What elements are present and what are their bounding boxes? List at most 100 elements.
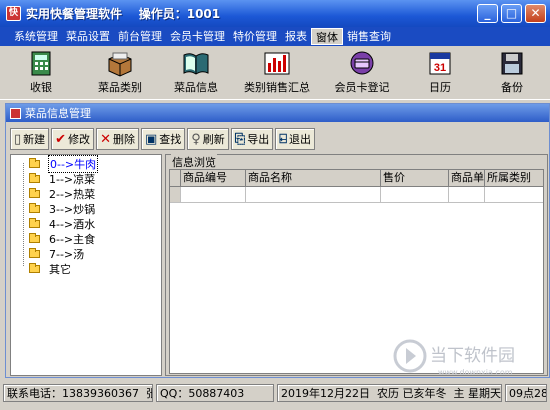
- menu-bar: 系统管理 菜品设置 前台管理 会员卡管理 特价管理 报表 窗体 销售查询: [0, 27, 550, 46]
- operator-label: 操作员：1001: [138, 7, 221, 21]
- grid-header: 商品编号 商品名称 售价 商品单 所属类别: [170, 170, 543, 187]
- category-icon: [108, 52, 132, 77]
- status-phone: 联系电话：13839360367 张: [3, 384, 153, 402]
- folder-icon: [29, 202, 40, 213]
- toolbar-member-register-label: 会员卡登记: [334, 81, 390, 94]
- search-icon: ▣: [144, 131, 158, 147]
- tree-item[interactable]: 2-->热菜: [29, 186, 96, 201]
- export-button-label: 导出: [247, 133, 270, 146]
- toolbar-member-register[interactable]: 会员卡登记: [320, 46, 404, 100]
- status-time: 09点28: [505, 384, 547, 402]
- tree-item-label: 3-->炒锅: [49, 202, 96, 216]
- menu-reports[interactable]: 报表: [281, 28, 311, 45]
- main-toolbar: 收银 菜品类别 菜品信息 类别销售汇总 会员卡登记 31 日历 备份: [0, 46, 550, 100]
- export-icon: ⎘: [234, 131, 246, 147]
- child-title-bar[interactable]: 菜品信息管理: [6, 104, 549, 122]
- folder-icon: [29, 247, 40, 258]
- row-indicator-header: [170, 170, 181, 186]
- toolbar-backup-label: 备份: [501, 81, 523, 94]
- folder-icon: [29, 172, 40, 183]
- status-qq: QQ：50887403: [156, 384, 274, 402]
- menu-sales-query[interactable]: 销售查询: [343, 28, 395, 45]
- toolbar-cashier-label: 收银: [30, 81, 52, 94]
- export-button[interactable]: ⎘ 导出: [230, 128, 274, 150]
- column-header[interactable]: 商品名称: [246, 170, 381, 186]
- checkmark-icon: ✔: [55, 131, 67, 147]
- menu-system[interactable]: 系统管理: [10, 28, 62, 45]
- search-button-label: 查找: [159, 133, 182, 146]
- new-button[interactable]: ▯ 新建: [10, 128, 50, 150]
- search-button[interactable]: ▣ 查找: [140, 128, 186, 150]
- backup-disk-icon: [501, 52, 523, 75]
- column-header[interactable]: 商品单: [449, 170, 485, 186]
- close-button[interactable]: ✕: [525, 4, 546, 23]
- toolbar-cashier[interactable]: 收银: [0, 46, 82, 100]
- folder-icon: [29, 187, 40, 198]
- tree-item-label: 4-->酒水: [49, 217, 96, 231]
- calendar-day-number: 31: [434, 62, 446, 74]
- toolbar-calendar[interactable]: 31 日历: [404, 46, 476, 100]
- table-cell[interactable]: [449, 187, 485, 202]
- group-label: 信息浏览: [171, 154, 217, 170]
- menu-member-card[interactable]: 会员卡管理: [166, 28, 229, 45]
- window-title: 实用快餐管理软件 操作员：1001: [26, 5, 220, 22]
- table-cell[interactable]: [181, 187, 246, 202]
- menu-special-price[interactable]: 特价管理: [229, 28, 281, 45]
- bar-chart-icon: [264, 52, 290, 75]
- category-tree[interactable]: 0-->牛肉 1-->凉菜 2-->热菜 3-->炒锅 4-->酒水 6-->主…: [10, 154, 162, 376]
- folder-icon: [29, 232, 40, 243]
- refresh-button[interactable]: ♀ 刷新: [187, 128, 229, 150]
- table-cell[interactable]: [381, 187, 449, 202]
- delete-button[interactable]: ✕ 删除: [96, 128, 139, 150]
- watermark-text: 当下软件园: [430, 346, 515, 366]
- column-header[interactable]: 售价: [381, 170, 449, 186]
- child-window-icon: [10, 107, 21, 119]
- edit-button[interactable]: ✔ 修改: [51, 128, 95, 150]
- tree-item-label: 6-->主食: [49, 232, 96, 246]
- toolbar-dish-info-label: 菜品信息: [174, 81, 218, 94]
- column-header[interactable]: 所属类别: [485, 170, 543, 186]
- edit-button-label: 修改: [68, 133, 91, 146]
- watermark-logo: 当下软件园 www.downxia.com: [393, 339, 515, 377]
- status-bar: 联系电话：13839360367 张 QQ：50887403 2019年12月2…: [0, 382, 550, 404]
- exit-icon: ⍇: [279, 131, 288, 147]
- exit-button-label: 退出: [289, 133, 312, 146]
- table-cell[interactable]: [485, 187, 543, 202]
- menu-dish-settings[interactable]: 菜品设置: [62, 28, 114, 45]
- toolbar-category-sales[interactable]: 类别销售汇总: [234, 46, 320, 100]
- tree-item[interactable]: 其它: [29, 261, 72, 276]
- folder-icon: [29, 157, 40, 168]
- row-indicator: [170, 187, 181, 202]
- menu-window[interactable]: 窗体: [311, 28, 343, 45]
- tree-item[interactable]: 3-->炒锅: [29, 201, 96, 216]
- child-toolbar: ▯ 新建 ✔ 修改 ✕ 删除 ▣ 查找 ♀ 刷新 ⎘ 导出 ⍇ 退出: [10, 128, 316, 150]
- cash-register-icon: [31, 51, 51, 76]
- tree-item[interactable]: 6-->主食: [29, 231, 96, 246]
- refresh-button-label: 刷新: [202, 133, 225, 146]
- menu-front-desk[interactable]: 前台管理: [114, 28, 166, 45]
- table-row[interactable]: [170, 187, 543, 203]
- tree-item[interactable]: 0-->牛肉: [29, 154, 99, 173]
- folder-icon: [29, 217, 40, 228]
- tree-item[interactable]: 4-->酒水: [29, 216, 96, 231]
- exit-button[interactable]: ⍇ 退出: [275, 128, 316, 150]
- title-bar[interactable]: 快 实用快餐管理软件 操作员：1001 _ □ ✕: [0, 0, 550, 27]
- column-header[interactable]: 商品编号: [181, 170, 246, 186]
- minimize-button[interactable]: _: [477, 4, 498, 23]
- table-cell[interactable]: [246, 187, 381, 202]
- toolbar-dish-info[interactable]: 菜品信息: [158, 46, 234, 100]
- delete-button-label: 删除: [112, 133, 135, 146]
- watermark-url: www.downxia.com: [438, 368, 513, 377]
- toolbar-dish-category[interactable]: 菜品类别: [82, 46, 158, 100]
- tree-item-label: 1-->凉菜: [49, 172, 96, 186]
- maximize-button[interactable]: □: [501, 4, 522, 23]
- tree-item[interactable]: 7-->汤: [29, 246, 85, 261]
- tree-item[interactable]: 1-->凉菜: [29, 171, 96, 186]
- toolbar-category-sales-label: 类别销售汇总: [244, 81, 310, 94]
- new-button-label: 新建: [23, 133, 46, 146]
- toolbar-backup[interactable]: 备份: [476, 46, 548, 100]
- child-title: 菜品信息管理: [25, 107, 91, 120]
- toolbar-calendar-label: 日历: [429, 81, 451, 94]
- calendar-icon: 31: [429, 52, 451, 75]
- app-window: 快 实用快餐管理软件 操作员：1001 _ □ ✕ 系统管理 菜品设置 前台管理…: [0, 0, 550, 410]
